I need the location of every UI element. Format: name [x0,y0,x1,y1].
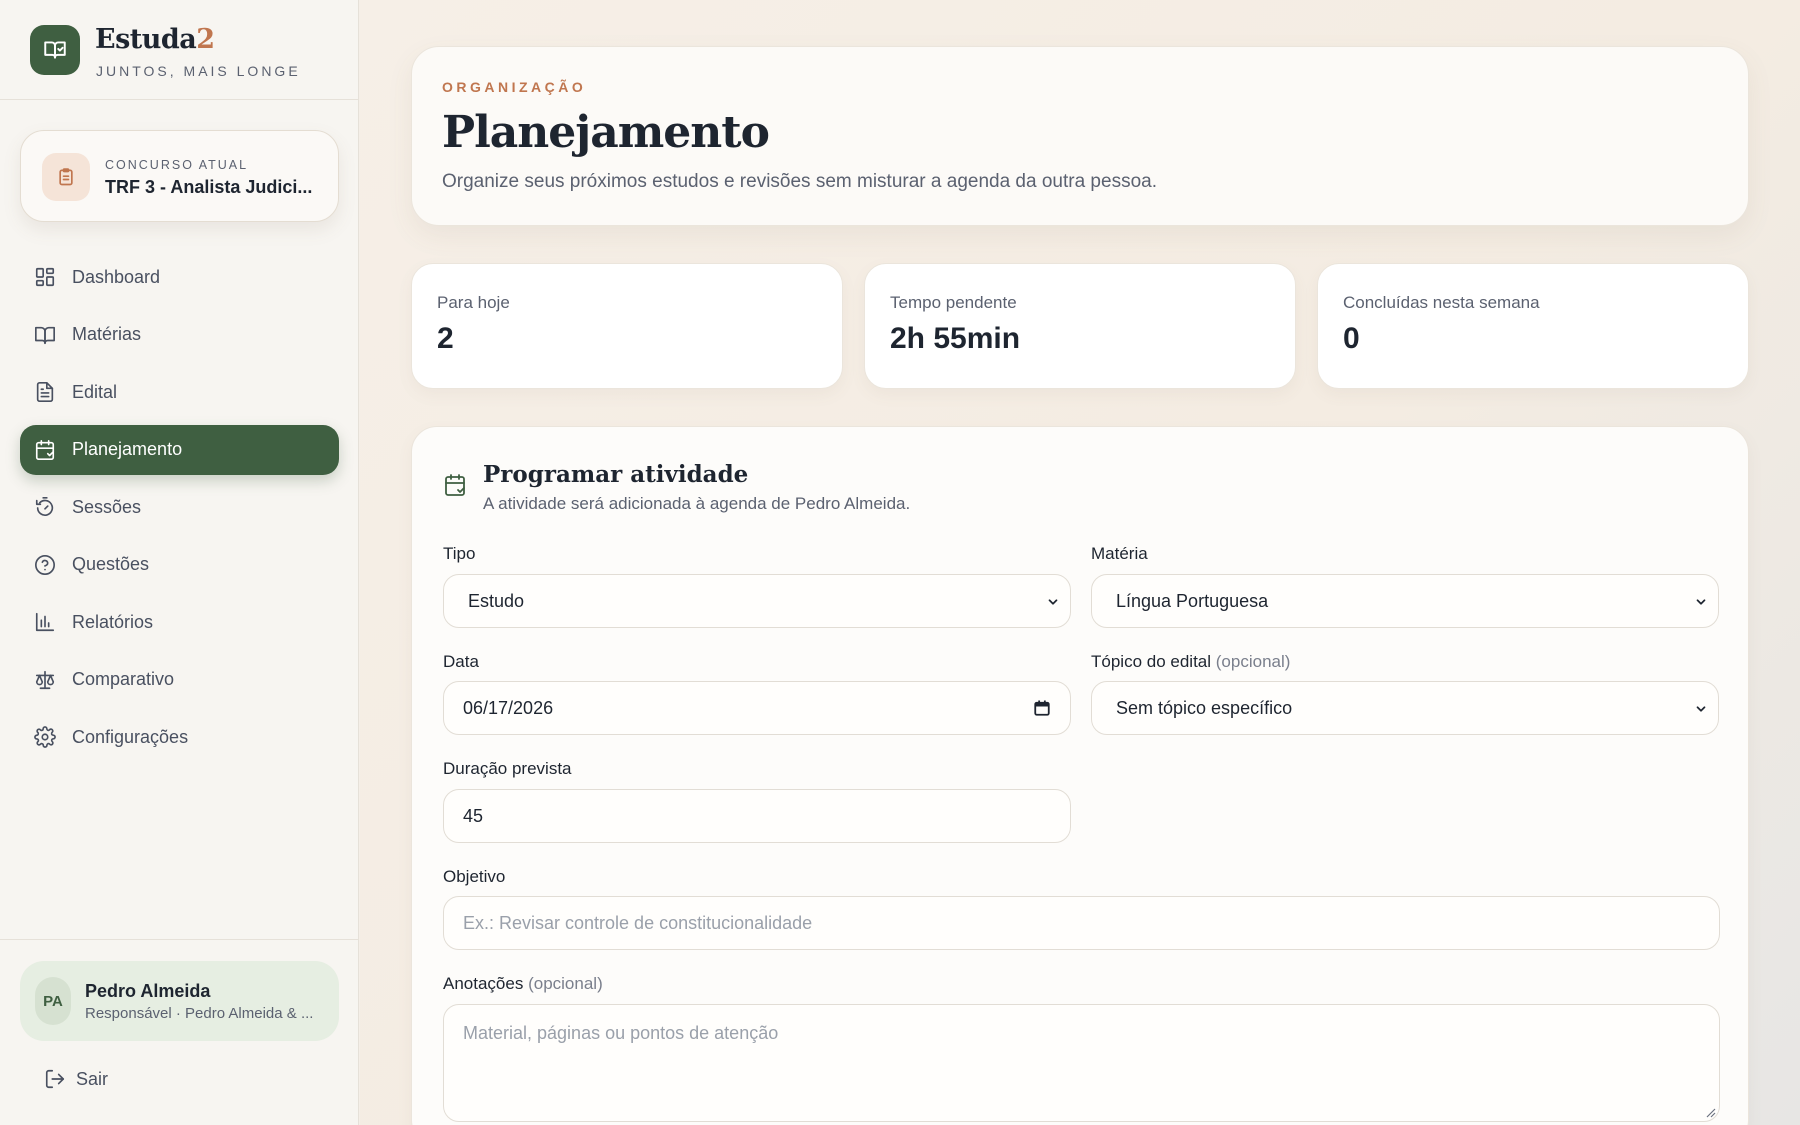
main-nav: Dashboard Matérias Edital Planejamento S… [20,252,339,770]
tipo-label: Tipo [443,544,476,563]
duration-input[interactable]: 45 [443,789,1071,843]
chevron-down-icon [1048,599,1058,605]
stat-value: 0 [1343,322,1360,355]
data-label: Data [443,652,479,671]
chevron-down-icon [1696,706,1706,712]
nav-label: Matérias [72,324,142,344]
nav-item-comparativo[interactable]: Comparativo [20,655,339,705]
nav-label: Relatórios [72,611,154,632]
sidebar-footer: PA Pedro Almeida Responsável · Pedro Alm… [0,939,359,1125]
anotacoes-label-text: Anotações [443,974,524,993]
nav-label: Questões [72,554,150,574]
topico-select[interactable]: Sem tópico específico [1091,681,1719,735]
topico-optional: (opcional) [1215,652,1291,671]
book-icon [35,326,55,344]
objective-placeholder: Ex.: Revisar controle de constitucionali… [463,912,813,933]
user-card[interactable]: PA Pedro Almeida Responsável · Pedro Alm… [20,961,339,1041]
nav-item-configuracoes[interactable]: Configurações [20,712,339,762]
nav-item-materias[interactable]: Matérias [20,310,339,360]
nav-item-relatorios[interactable]: Relatórios [20,597,339,647]
materia-select[interactable]: Língua Portuguesa [1091,574,1719,628]
stat-value: 2 [437,322,454,355]
calendar-check-icon [445,474,465,496]
contest-label: CONCURSO ATUAL [105,158,249,172]
stat-label: Tempo pendente [890,293,1017,312]
nav-label: Edital [72,381,118,402]
scale-icon [35,670,55,689]
timer-icon [35,497,54,516]
stat-card-pending-time: Tempo pendente 2h 55min [864,263,1296,389]
materia-label: Matéria [1091,544,1148,563]
form-title: Programar atividade [483,461,749,488]
grid-icon [35,267,55,287]
tipo-select[interactable]: Estudo [443,574,1071,628]
contest-name: TRF 3 - Analista Judici... [105,177,313,197]
avatar: PA [35,977,71,1025]
logout-label: Sair [76,1068,109,1089]
tipo-value: Estudo [468,590,525,611]
sidebar: Estuda2 JUNTOS, MAIS LONGE CONCURSO ATUA… [0,0,359,1125]
gear-icon [34,726,56,748]
nav-label: Planejamento [72,439,183,459]
schedule-activity-form: Programar atividade A atividade será adi… [411,426,1749,1125]
stat-card-today: Para hoje 2 [411,263,843,389]
date-value: 06/17/2026 [463,697,554,718]
nav-item-questoes[interactable]: Questões [20,540,339,590]
main-content: ORGANIZAÇÃO Planejamento Organize seus p… [360,0,1800,1125]
notes-textarea[interactable]: Material, páginas ou pontos de atenção [443,1004,1720,1122]
nav-item-sessoes[interactable]: Sessões [20,482,339,532]
nav-label: Configurações [72,726,189,747]
stat-value: 2h 55min [890,322,1021,355]
user-role: Responsável · Pedro Almeida & ... [85,1005,314,1022]
page-title: Planejamento [442,107,770,158]
clipboard-icon [42,153,90,201]
document-icon [36,382,54,402]
objective-input[interactable]: Ex.: Revisar controle de constitucionali… [443,896,1720,950]
stat-label: Para hoje [437,293,510,312]
duracao-label: Duração prevista [443,759,572,778]
form-subtitle: A atividade será adicionada à agenda de … [483,494,911,513]
brand-name: Estuda2 [95,24,215,55]
logout-button[interactable]: Sair [44,1066,108,1092]
nav-label: Comparativo [72,669,175,689]
stat-card-completed-week: Concluídas nesta semana 0 [1317,263,1749,389]
nav-item-edital[interactable]: Edital [20,367,339,417]
calendar-icon[interactable] [1033,699,1051,717]
help-circle-icon [35,554,55,575]
objetivo-label: Objetivo [443,867,506,886]
calendar-check-icon [35,439,55,460]
brand-name-main: Estuda [95,24,197,55]
brand-header: Estuda2 JUNTOS, MAIS LONGE [0,0,358,100]
materia-value: Língua Portuguesa [1116,590,1269,611]
anotacoes-optional: (opcional) [528,974,603,993]
anotacoes-label: Anotações (opcional) [443,974,603,994]
nav-label: Sessões [72,496,142,517]
bar-chart-icon [35,612,55,632]
stat-label: Concluídas nesta semana [1343,293,1540,312]
brand-name-accent: 2 [196,24,215,55]
page-header-card: ORGANIZAÇÃO Planejamento Organize seus p… [411,46,1749,226]
duration-value: 45 [463,805,484,826]
notes-placeholder: Material, páginas ou pontos de atenção [463,1023,779,1043]
current-contest-card[interactable]: CONCURSO ATUAL TRF 3 - Analista Judici..… [20,130,339,222]
topico-value: Sem tópico específico [1116,697,1293,718]
logout-icon [45,1069,65,1089]
user-name: Pedro Almeida [85,981,211,1001]
nav-label: Dashboard [72,266,161,287]
resize-handle-icon[interactable] [1704,1106,1716,1118]
page-eyebrow: ORGANIZAÇÃO [442,79,587,95]
topico-label-text: Tópico do edital [1091,652,1212,671]
chevron-down-icon [1696,599,1706,605]
topico-label: Tópico do edital (opcional) [1091,652,1290,672]
nav-item-dashboard[interactable]: Dashboard [20,252,339,302]
nav-item-planejamento[interactable]: Planejamento [20,424,339,475]
book-logo-icon[interactable] [30,25,80,75]
page-description: Organize seus próximos estudos e revisõe… [442,171,1157,192]
brand-tagline: JUNTOS, MAIS LONGE [96,63,301,79]
date-input[interactable]: 06/17/2026 [443,681,1071,735]
